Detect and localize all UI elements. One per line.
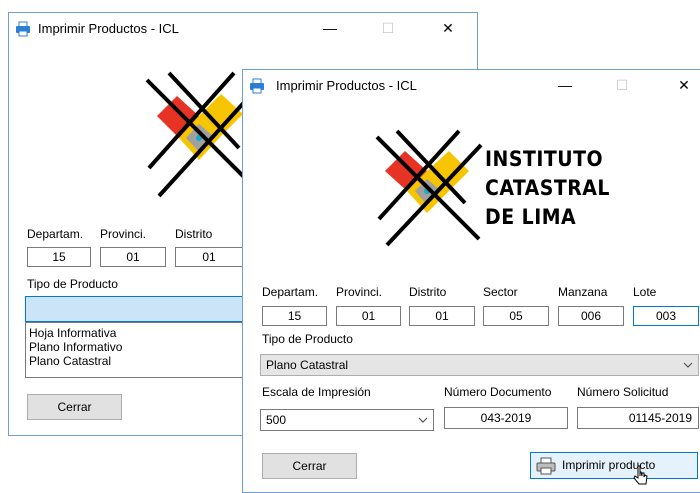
departamento-field[interactable]: 15 (262, 306, 327, 326)
provincia-field[interactable]: 01 (336, 306, 401, 326)
distrito-label: Distrito (409, 285, 447, 299)
departamento-label: Departam. (262, 285, 319, 299)
back-distrito-label: Distrito (175, 227, 213, 241)
tipo-producto-value: Plano Catastral (266, 358, 349, 372)
escala-select[interactable]: 500 (260, 409, 434, 431)
back-tipo-producto-dropdown-list: Hoja Informativa Plano Informativo Plano… (25, 322, 251, 378)
distrito-field[interactable]: 01 (409, 306, 475, 326)
numero-documento-field[interactable]: 043-2019 (444, 407, 568, 429)
back-logo-icon (145, 71, 259, 198)
dropdown-option-plano-catastral[interactable]: Plano Catastral (26, 354, 250, 368)
imprimir-producto-button[interactable]: Imprimir producto (530, 452, 698, 479)
numero-solicitud-label: Número Solicitud (577, 385, 669, 399)
chevron-down-icon (683, 362, 693, 368)
front-close-button[interactable]: ✕ (661, 70, 700, 100)
lote-field[interactable]: 003 (633, 306, 699, 326)
back-maximize-button[interactable]: ☐ (365, 13, 411, 43)
escala-value: 500 (266, 413, 287, 427)
back-close-button[interactable]: ✕ (425, 13, 471, 43)
escala-label: Escala de Impresión (262, 385, 371, 399)
back-cerrar-button[interactable]: Cerrar (27, 394, 122, 420)
printer-icon (250, 78, 264, 94)
sector-label: Sector (483, 285, 518, 299)
mouse-cursor-icon (633, 465, 648, 485)
logo-line-3: DE LIMA (485, 205, 577, 229)
lote-label: Lote (633, 285, 657, 299)
front-window-title: Imprimir Productos - ICL (276, 78, 417, 93)
back-provincia-label: Provinci. (100, 227, 147, 241)
chevron-down-icon (418, 417, 428, 423)
front-minimize-button[interactable]: — (542, 70, 588, 100)
logo-text: INSTITUTO CATASTRAL DE LIMA (485, 145, 610, 232)
manzana-label: Manzana (558, 285, 608, 299)
back-provincia-field[interactable]: 01 (100, 247, 166, 267)
front-titlebar[interactable]: Imprimir Productos - ICL — ☐ ✕ (243, 70, 700, 100)
front-window: Imprimir Productos - ICL — ☐ ✕ INSTITUTO… (242, 69, 700, 493)
front-maximize-button[interactable]: ☐ (599, 70, 645, 100)
printer-icon (536, 457, 556, 475)
manzana-field[interactable]: 006 (558, 306, 624, 326)
back-distrito-field[interactable]: 01 (175, 247, 243, 267)
tipo-producto-label: Tipo de Producto (262, 332, 353, 346)
provincia-label: Provinci. (336, 285, 383, 299)
printer-icon (16, 21, 30, 37)
back-tipo-producto-select[interactable] (25, 296, 251, 322)
dropdown-option-plano-informativo[interactable]: Plano Informativo (26, 340, 250, 354)
tipo-producto-select[interactable]: Plano Catastral (260, 354, 699, 376)
sector-field[interactable]: 05 (483, 306, 549, 326)
back-tipo-producto-label: Tipo de Producto (27, 277, 118, 291)
dropdown-option-hoja-informativa[interactable]: Hoja Informativa (26, 326, 250, 340)
logo-line-1: INSTITUTO (485, 147, 604, 171)
back-titlebar[interactable]: Imprimir Productos - ICL — ☐ ✕ (9, 13, 477, 43)
back-minimize-button[interactable]: — (307, 13, 353, 43)
back-departamento-label: Departam. (27, 227, 84, 241)
back-departamento-field[interactable]: 15 (27, 247, 91, 267)
back-window-title: Imprimir Productos - ICL (38, 21, 179, 36)
numero-solicitud-field[interactable]: 01145-2019 (577, 407, 699, 429)
icl-logo-icon (375, 129, 483, 247)
numero-documento-label: Número Documento (444, 385, 552, 399)
cerrar-button[interactable]: Cerrar (262, 453, 357, 479)
logo-line-2: CATASTRAL (485, 176, 610, 200)
